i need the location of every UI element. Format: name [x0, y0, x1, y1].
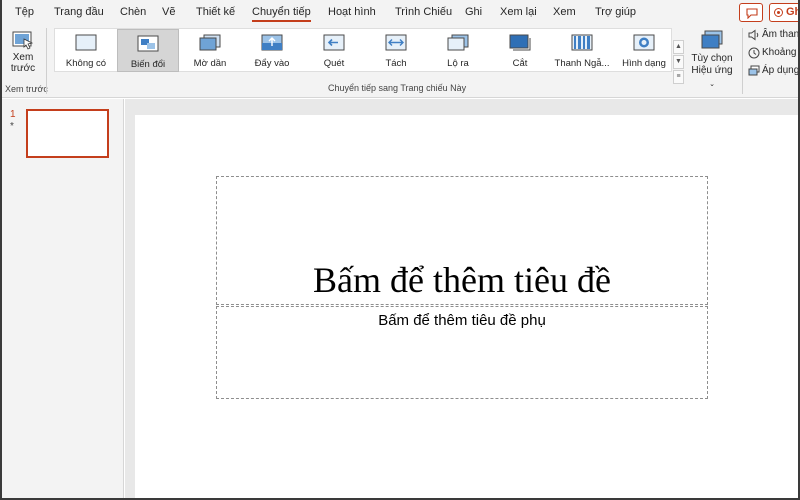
ribbon-divider — [46, 28, 47, 94]
random-bars-transition-icon — [571, 34, 593, 51]
ribbon-divider — [742, 28, 743, 94]
slide-editor: Bấm để thêm tiêu đề Bấm để thêm tiêu đề … — [125, 99, 798, 498]
transition-wipe[interactable]: Quét — [303, 29, 365, 72]
record-icon — [774, 8, 783, 17]
record-button[interactable]: Ghi — [769, 3, 798, 22]
gallery-more-button[interactable]: ≡ — [673, 70, 684, 84]
transition-morph[interactable]: Biến đổi — [117, 29, 179, 72]
clock-icon — [748, 47, 760, 59]
transition-label: Không có — [65, 58, 107, 69]
subtitle-placeholder[interactable]: Bấm để thêm tiêu đề phụ — [216, 306, 708, 399]
comment-icon — [746, 8, 758, 19]
tab-insert[interactable]: Chèn — [120, 6, 146, 18]
subtitle-placeholder-text: Bấm để thêm tiêu đề phụ — [378, 312, 546, 329]
tab-help[interactable]: Trợ giúp — [595, 6, 636, 18]
push-transition-icon — [261, 34, 283, 51]
preview-icon — [12, 31, 34, 50]
preview-label-line1: Xem — [12, 52, 34, 63]
sound-label: Âm thanh — [762, 29, 800, 40]
transition-label: Tách — [385, 58, 407, 69]
transition-cut[interactable]: Cắt — [489, 29, 551, 72]
transitions-group-label: Chuyển tiếp sang Trang chiếu Này — [328, 83, 467, 93]
effect-options-button[interactable]: Tùy chọn Hiệu ứng ⌄ — [688, 30, 736, 88]
comments-button[interactable] — [739, 3, 763, 22]
fade-transition-icon — [199, 34, 221, 51]
transition-label: Cắt — [512, 58, 528, 69]
apply-all-icon — [748, 65, 760, 76]
effect-options-line1: Tùy chọn — [691, 53, 733, 64]
transition-random-bars[interactable]: Thanh Ngẫ... — [551, 29, 613, 72]
chevron-down-icon: ⌄ — [709, 81, 715, 88]
slides-panel: 1 * — [2, 99, 124, 498]
tab-slide-show[interactable]: Trình Chiếu — [395, 6, 452, 18]
transition-gallery: Không có Biến đổi Mờ dần Đẩy vào Quét Tá… — [54, 28, 672, 72]
preview-button[interactable]: Xem trước — [4, 30, 42, 80]
transition-label: Hình dạng — [622, 58, 666, 69]
title-placeholder-text: Bấm để thêm tiêu đề — [313, 260, 611, 300]
powerpoint-window: Tệp Trang đầu Chèn Vẽ Thiết kế Chuyển ti… — [0, 0, 800, 500]
shape-transition-icon — [633, 34, 655, 51]
transition-label: Mờ dần — [193, 58, 227, 69]
effect-options-icon — [701, 30, 723, 49]
transition-reveal[interactable]: Lộ ra — [427, 29, 489, 72]
morph-transition-icon — [137, 35, 159, 52]
tab-home[interactable]: Trang đầu — [54, 6, 104, 18]
preview-label-line2: trước — [10, 63, 36, 74]
tab-view[interactable]: Xem — [553, 6, 576, 18]
tab-transitions[interactable]: Chuyển tiếp — [252, 6, 311, 22]
slide-canvas[interactable]: Bấm để thêm tiêu đề Bấm để thêm tiêu đề … — [135, 115, 798, 498]
tab-record[interactable]: Ghi — [465, 6, 482, 18]
slide-thumbnail[interactable] — [26, 109, 109, 158]
speaker-icon — [748, 29, 759, 41]
apply-all-label: Áp dụng — [762, 65, 800, 76]
tab-review[interactable]: Xem lại — [500, 6, 537, 18]
transition-split[interactable]: Tách — [365, 29, 427, 72]
reveal-transition-icon — [447, 34, 469, 51]
ribbon-tabs: Tệp Trang đầu Chèn Vẽ Thiết kế Chuyển ti… — [2, 0, 798, 26]
gallery-scroll-up-button[interactable]: ▲ — [673, 40, 684, 54]
transition-none[interactable]: Không có — [55, 29, 117, 72]
cut-transition-icon — [509, 34, 531, 51]
wipe-transition-icon — [323, 34, 345, 51]
effect-options-line2: Hiệu ứng — [691, 65, 733, 76]
ribbon: Xem trước Xem trước Không có Biến đổi Mờ… — [2, 26, 798, 98]
split-transition-icon — [385, 34, 407, 51]
gallery-scroll-down-button[interactable]: ▼ — [673, 55, 684, 69]
tab-file[interactable]: Tệp — [15, 6, 34, 18]
transition-indicator-icon: * — [10, 121, 14, 132]
title-placeholder[interactable]: Bấm để thêm tiêu đề — [216, 176, 708, 305]
tab-design[interactable]: Thiết kế — [196, 6, 235, 18]
record-label: Ghi — [786, 6, 798, 18]
transition-label: Biến đổi — [130, 59, 166, 70]
transition-label: Thanh Ngẫ... — [554, 58, 610, 69]
slide-number: 1 — [10, 109, 16, 120]
preview-group-label: Xem trước — [5, 84, 48, 94]
transition-shape[interactable]: Hình dạng — [613, 29, 675, 72]
transition-fade[interactable]: Mờ dần — [179, 29, 241, 72]
gallery-scroll: ▲ ▼ ≡ — [673, 40, 684, 85]
tab-animations[interactable]: Hoạt hình — [328, 6, 376, 18]
transition-push[interactable]: Đẩy vào — [241, 29, 303, 72]
transition-label: Quét — [323, 58, 345, 69]
transition-label: Đẩy vào — [254, 58, 290, 69]
transition-label: Lộ ra — [447, 58, 469, 69]
tab-draw[interactable]: Vẽ — [162, 6, 175, 18]
none-transition-icon — [75, 34, 97, 51]
duration-label: Khoảng t — [762, 47, 800, 58]
